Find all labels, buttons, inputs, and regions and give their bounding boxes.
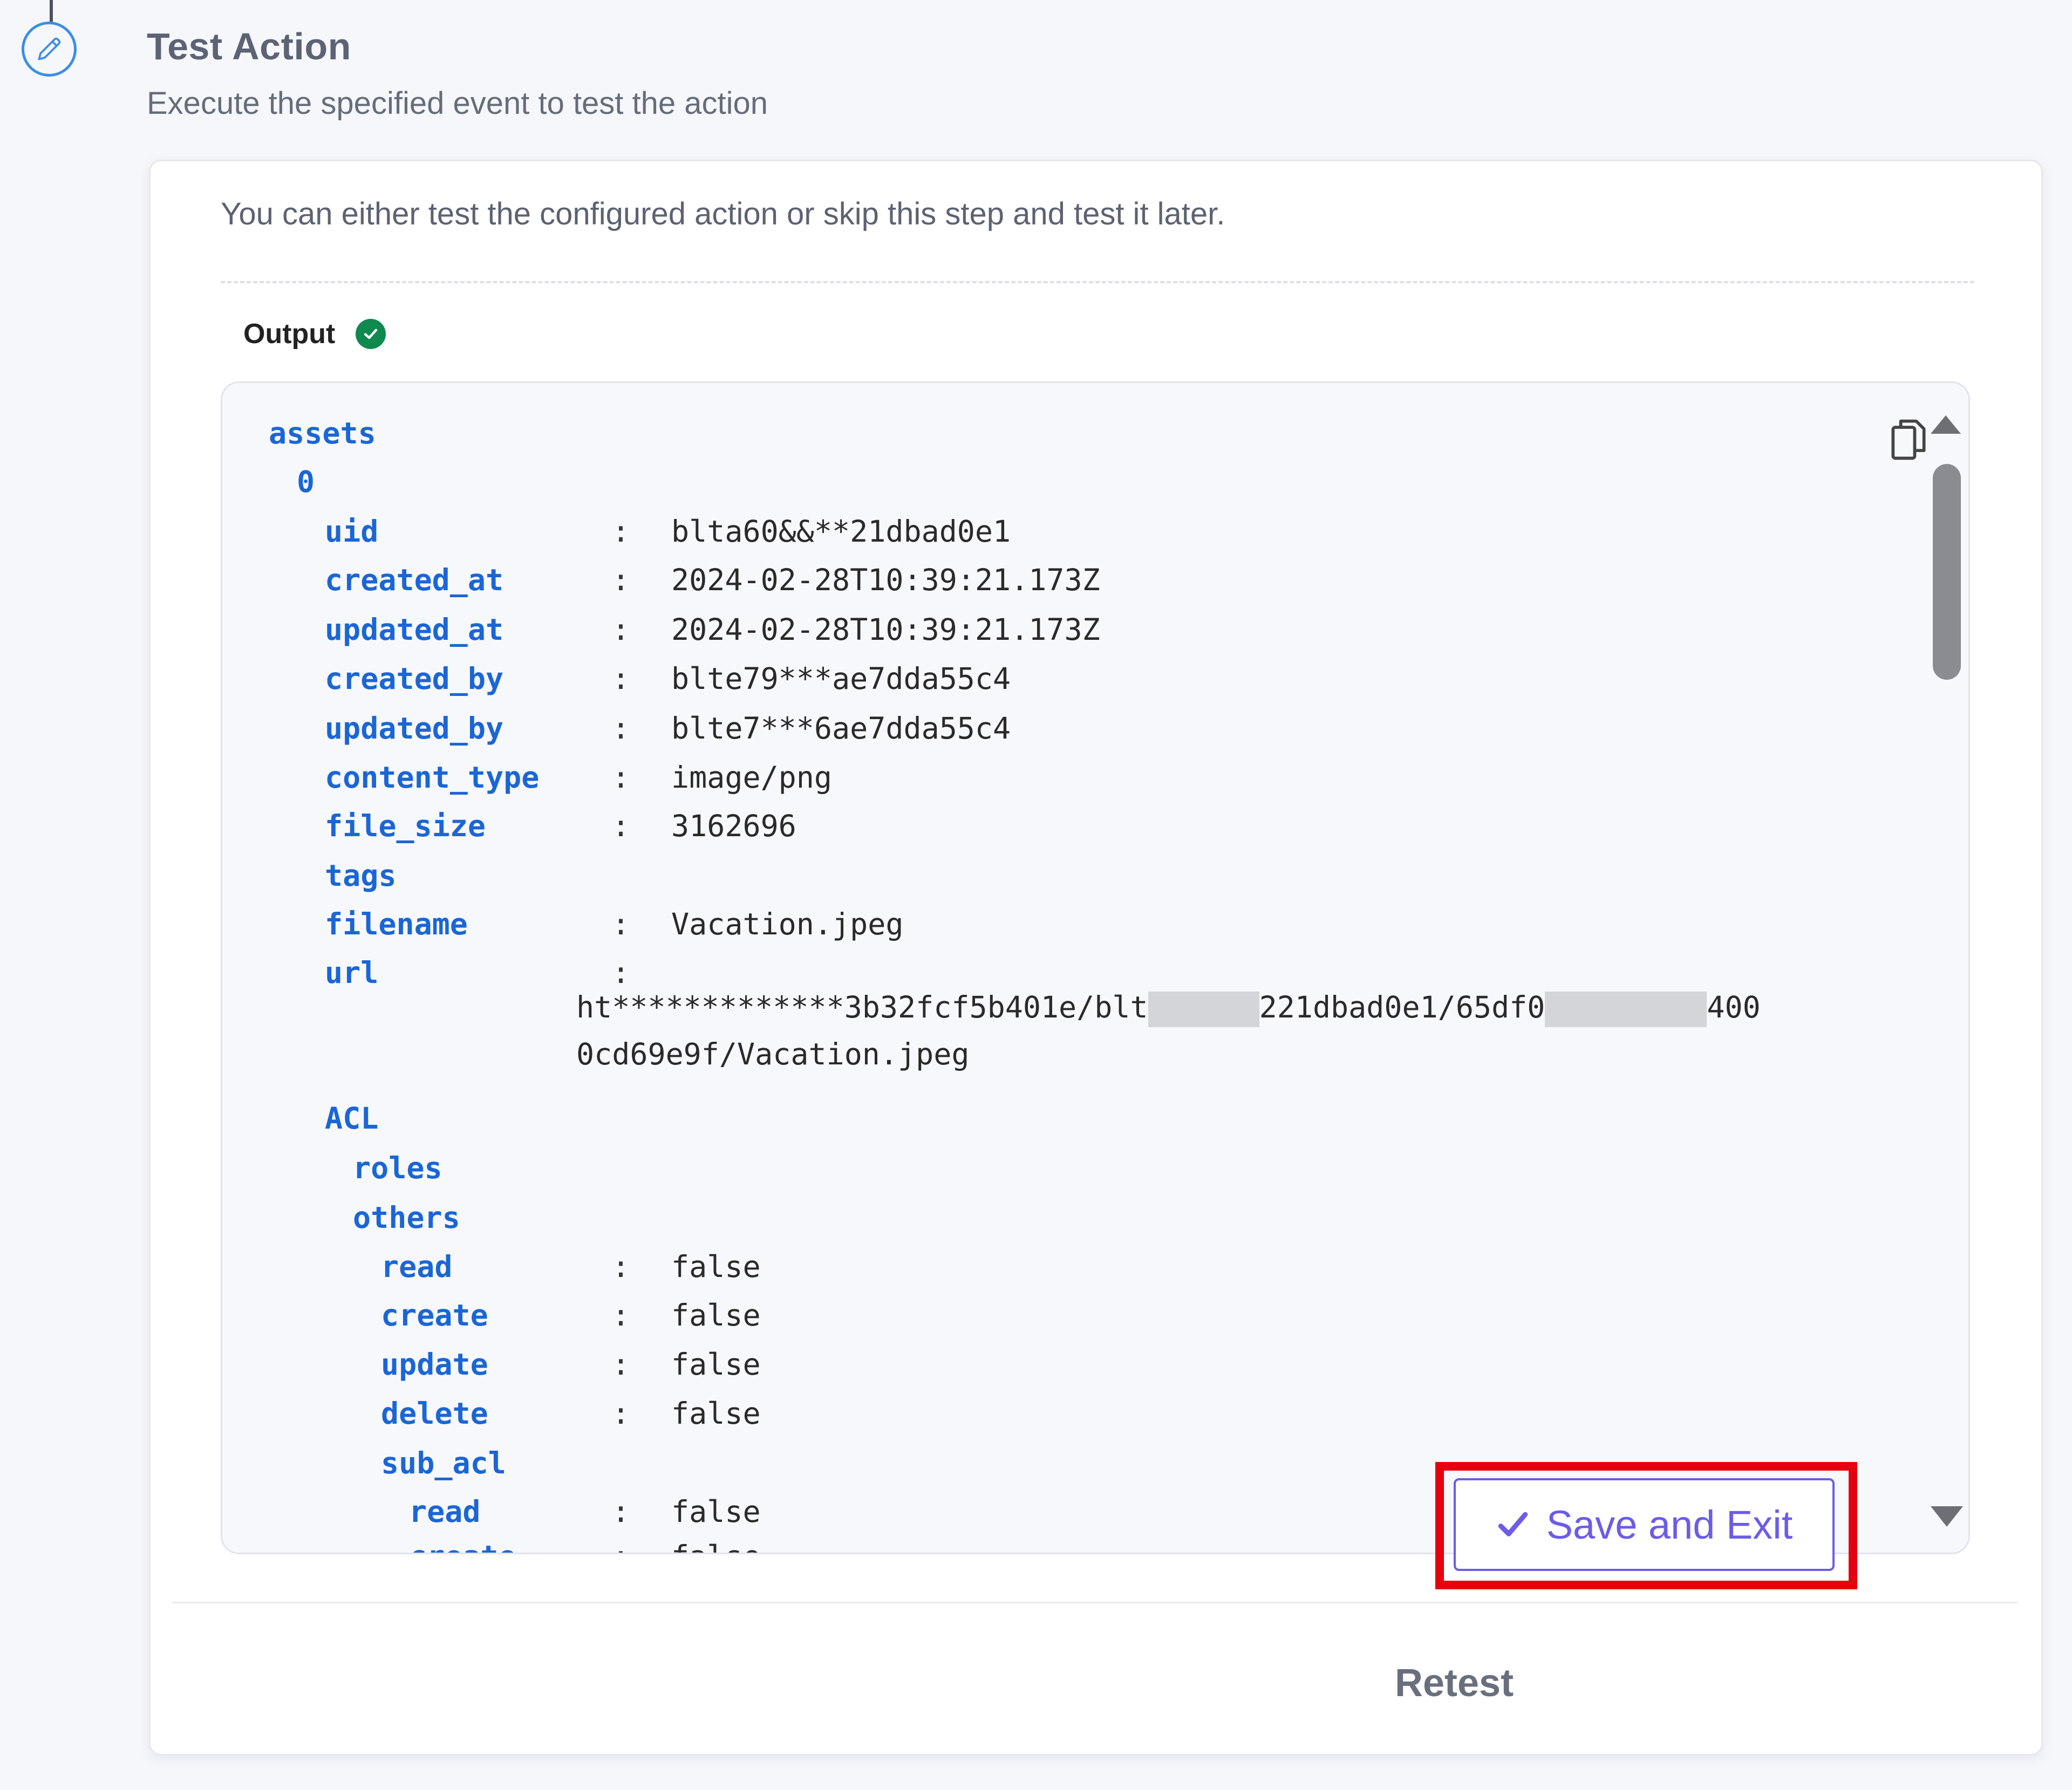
output-value: false xyxy=(671,1532,761,1553)
output-value: blte7***6ae7dda55c4 xyxy=(671,711,1011,746)
output-key: roles xyxy=(353,1151,442,1185)
output-colon: : xyxy=(612,711,630,746)
output-value: image/png xyxy=(671,760,833,795)
pencil-icon xyxy=(38,37,61,60)
output-colon: : xyxy=(612,563,630,597)
scroll-up-arrow-icon[interactable] xyxy=(1931,415,1961,434)
output-key: assets xyxy=(269,416,376,450)
checkmark-icon xyxy=(1498,1512,1528,1536)
output-colon: : xyxy=(612,661,630,696)
output-colon: : xyxy=(612,1249,630,1284)
step-title: Test Action xyxy=(147,25,351,67)
scroll-down-arrow-icon[interactable] xyxy=(1931,1506,1963,1527)
output-colon: : xyxy=(612,760,630,795)
output-key: delete xyxy=(381,1396,488,1431)
output-colon: : xyxy=(612,1494,630,1529)
output-key: create xyxy=(381,1298,488,1333)
output-key: create xyxy=(409,1532,516,1553)
output-key: created_at xyxy=(325,563,504,597)
url-value-line-2: 0cd69e9f/Vacation.jpeg xyxy=(576,1037,970,1071)
output-key: updated_at xyxy=(325,612,504,647)
output-value: false xyxy=(671,1249,761,1284)
footer-divider xyxy=(172,1602,2018,1603)
output-key: 0 xyxy=(297,464,315,499)
output-json-viewer[interactable]: assets 0 uid: blta60&&**21dbad0e1 created_at… xyxy=(221,381,1970,1554)
output-key: others xyxy=(353,1200,460,1235)
output-key: content_type xyxy=(325,760,540,795)
output-key: ACL xyxy=(325,1101,379,1136)
output-key: sub_acl xyxy=(381,1446,506,1480)
output-value: 2024-02-28T10:39:21.173Z xyxy=(671,612,1100,647)
redacted-block xyxy=(1148,991,1259,1027)
output-key: created_by xyxy=(325,661,504,696)
output-value: 2024-02-28T10:39:21.173Z xyxy=(671,563,1100,597)
output-key: read xyxy=(381,1249,453,1284)
output-value: false xyxy=(671,1298,761,1333)
output-colon: : xyxy=(612,1532,630,1553)
card-intro-text: You can either test the configured actio… xyxy=(221,196,1225,231)
output-key: uid xyxy=(325,514,379,549)
output-key: filename xyxy=(325,907,468,941)
output-colon: : xyxy=(612,612,630,647)
step-icon xyxy=(22,22,77,77)
output-key: update xyxy=(381,1347,488,1382)
save-and-exit-button[interactable]: Save and Exit xyxy=(1454,1478,1835,1571)
retest-button[interactable]: Retest xyxy=(1395,1661,1514,1705)
output-colon: : xyxy=(612,809,630,843)
output-value: false xyxy=(671,1494,761,1529)
success-check-icon xyxy=(356,319,386,349)
output-label: Output xyxy=(243,318,336,350)
output-value: false xyxy=(671,1347,761,1382)
output-key: file_size xyxy=(325,809,486,843)
output-value: false xyxy=(671,1396,761,1431)
output-value: blta60&&**21dbad0e1 xyxy=(671,514,1011,549)
output-key: url xyxy=(325,955,379,990)
output-colon: : xyxy=(612,907,630,941)
output-colon: : xyxy=(612,1347,630,1382)
output-value: 3162696 xyxy=(671,809,796,843)
scrollbar-thumb[interactable] xyxy=(1933,464,1961,680)
output-key: updated_by xyxy=(325,711,504,746)
output-colon: : xyxy=(612,514,630,549)
save-and-exit-label: Save and Exit xyxy=(1546,1502,1793,1547)
output-key: read xyxy=(409,1494,481,1529)
output-key: tags xyxy=(325,858,397,893)
redacted-block xyxy=(1545,991,1707,1027)
url-value-line-1: ht*************3b32fcf5b401e/blt 221dbad0… xyxy=(576,983,1761,1032)
output-colon: : xyxy=(612,1298,630,1333)
output-header: Output xyxy=(243,318,386,350)
output-value: Vacation.jpeg xyxy=(671,907,904,941)
output-value: blte79***ae7dda55c4 xyxy=(671,661,1011,696)
dashed-divider xyxy=(221,281,1974,283)
output-colon: : xyxy=(612,1396,630,1431)
step-subtitle: Execute the specified event to test the … xyxy=(147,86,768,121)
